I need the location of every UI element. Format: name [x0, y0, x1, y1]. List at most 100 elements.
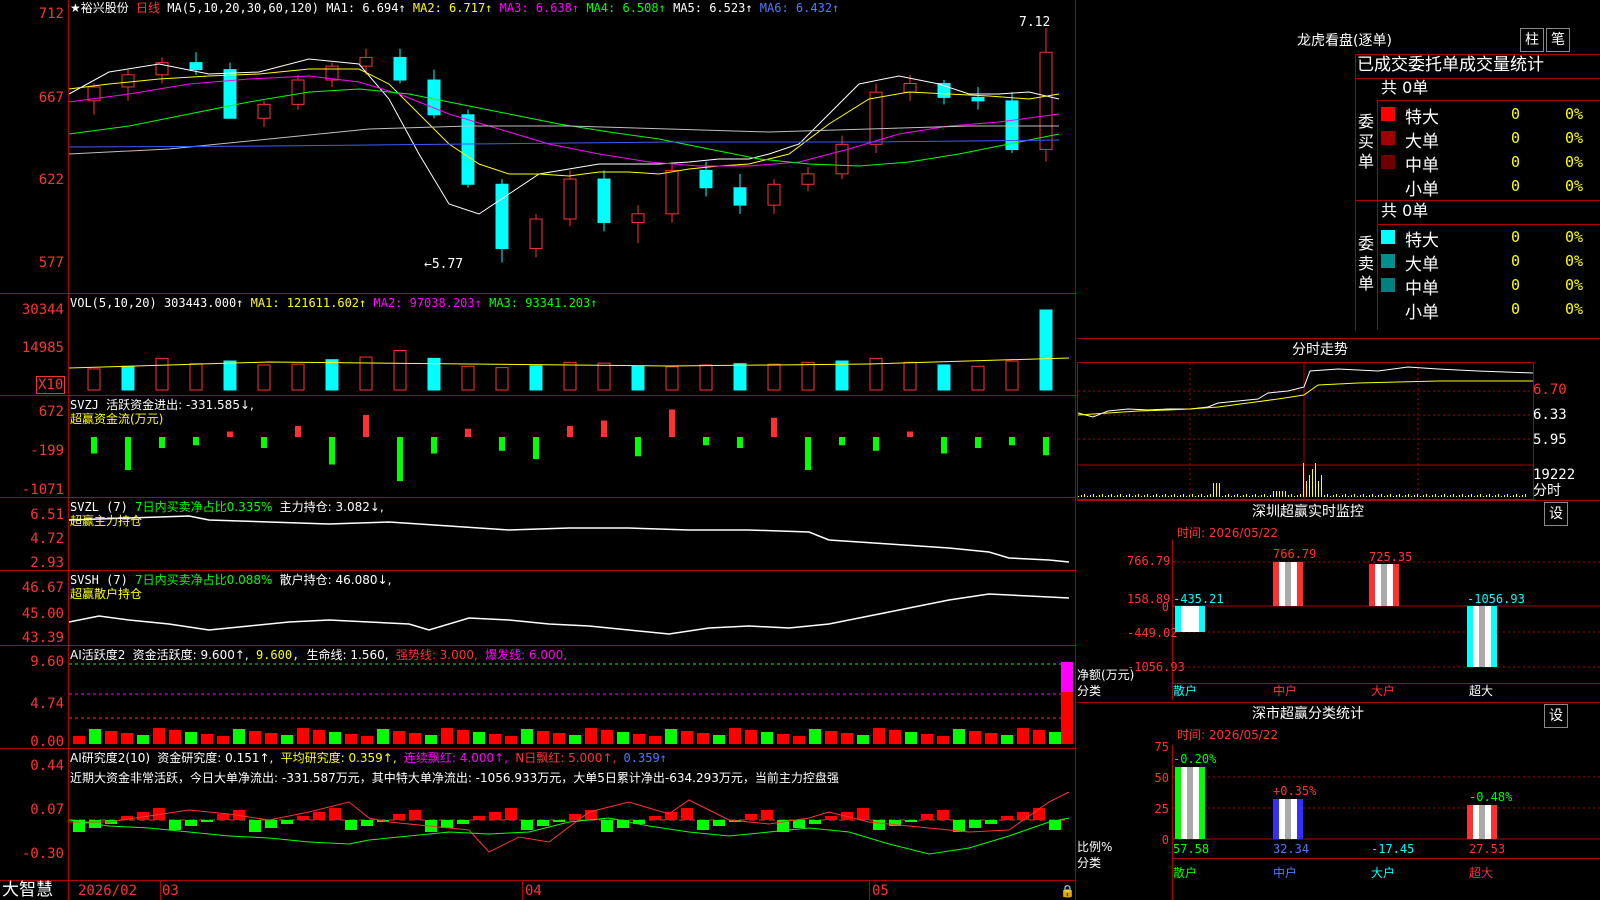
volume-bar — [699, 364, 713, 391]
ai-activity-bar — [1017, 728, 1029, 744]
ai2-nday: N日飘红: 5.000↑, — [515, 751, 617, 765]
volume-bar — [903, 361, 917, 391]
intraday-chart[interactable] — [1078, 363, 1533, 499]
szs-top-label: +0.35% — [1273, 784, 1317, 798]
volume-bar — [733, 363, 747, 391]
fundflow-bar — [363, 414, 369, 438]
intraday-volume-bar — [1123, 496, 1124, 497]
ai-activity-bar — [137, 735, 149, 744]
ai1-strongline: 强势线: 3.000, — [395, 648, 478, 662]
ai-activity-bar — [649, 736, 661, 744]
retail-holding-chart[interactable] — [69, 572, 1075, 644]
order-type: 中单 — [1405, 279, 1439, 299]
intraday-volume-bar — [1111, 494, 1112, 497]
intraday-volume-bar — [1249, 496, 1250, 497]
ai-activity-chart[interactable] — [69, 662, 1075, 746]
pane-divider-1 — [0, 293, 1076, 294]
intraday-volume-bar — [1405, 495, 1406, 497]
intraday-volume-bar — [1168, 496, 1169, 497]
pane-divider-6 — [0, 748, 1076, 749]
period-label[interactable]: 日线 — [136, 1, 160, 15]
intraday-volume-bar — [1480, 494, 1481, 497]
ai1-activity: 资金活跃度: 9.600↑, — [132, 648, 249, 662]
ai-activity-bar — [89, 729, 101, 744]
szs-tick: 25 — [1154, 802, 1169, 816]
ai1-tick: 0.00 — [30, 734, 64, 750]
intraday-volume-bar — [1369, 495, 1370, 497]
intraday-volume-bar — [1417, 494, 1418, 497]
szs-settings-button[interactable]: 设 — [1544, 704, 1568, 728]
order-row: 小单 0 0% — [1381, 175, 1596, 200]
intraday-volume-bar — [1306, 481, 1307, 497]
pane-divider-5 — [0, 645, 1076, 646]
ai-activity-bar — [201, 734, 213, 744]
main-holding-chart[interactable] — [69, 500, 1075, 570]
intraday-volume-bar — [1444, 494, 1445, 497]
ai-research-bar — [1017, 812, 1029, 820]
ai-research-bar — [713, 820, 725, 826]
intraday-volume-bar — [1492, 496, 1493, 497]
fundflow-bar — [91, 437, 97, 454]
intraday-volume-bar — [1162, 495, 1163, 497]
right-panel: 龙虎看盘(逐单) 柱 笔 已成交委托单成交量统计 委买单 委卖单 共 0单 共 … — [1077, 0, 1600, 900]
ma-blue-line — [69, 139, 1060, 148]
intraday-volume-bar — [1135, 495, 1136, 497]
intraday-volume-bar — [1402, 496, 1403, 497]
intraday-volume-bar — [1507, 494, 1508, 497]
fundflow-bar — [533, 437, 539, 460]
fundflow-bar — [635, 437, 641, 457]
bar-view-button[interactable]: 柱 — [1520, 28, 1544, 52]
intraday-volume-bar — [1513, 495, 1514, 497]
sz-side-label: 净额(万元) — [1077, 668, 1135, 682]
fundflow-chart[interactable] — [69, 400, 1075, 496]
candle-body — [597, 178, 611, 223]
xaxis-label: 03 — [162, 883, 179, 899]
intraday-volume-bar — [1516, 494, 1517, 497]
longhu-title: 龙虎看盘(逐单) — [1297, 33, 1392, 49]
fundflow-bar — [1043, 437, 1049, 456]
intraday-volume-bar — [1195, 496, 1196, 497]
ai-activity-bar — [761, 732, 773, 744]
sz-cat: 散户 — [1173, 684, 1198, 698]
ai-research-chart[interactable] — [69, 792, 1075, 878]
intraday-volume-bar — [1264, 494, 1265, 497]
order-count: 0 — [1511, 105, 1521, 123]
intraday-volume-bar — [1489, 494, 1490, 497]
sz-monitor-time: 时间: 2026/05/22 — [1177, 526, 1279, 540]
buy-orders-label: 委买单 — [1358, 112, 1375, 171]
intraday-volume-bar — [1360, 495, 1361, 497]
main-chart-area[interactable]: ★裕兴股份 日线 MA(5,10,20,30,60,120) MA1: 6.69… — [0, 0, 1076, 900]
candlestick-chart[interactable]: 7.12 ←5.77 — [69, 14, 1075, 292]
szs-chart[interactable] — [1173, 745, 1600, 841]
intraday-volume-bar — [1126, 495, 1127, 497]
ai1-header: AI活跃度2 资金活跃度: 9.600↑, 9.600, 生命线: 1.560,… — [70, 648, 567, 662]
intraday-volume-bar — [1108, 495, 1109, 497]
fundflow-bar — [329, 437, 335, 465]
order-type: 小单 — [1405, 180, 1439, 200]
intraday-volume-bar — [1387, 495, 1388, 497]
vol-tick: 14985 — [21, 340, 64, 356]
ai-research-bar — [393, 814, 405, 820]
volume-chart[interactable] — [69, 308, 1075, 394]
fundflow-bar — [1009, 437, 1015, 446]
intraday-volume-bar — [1138, 494, 1139, 497]
ma2-value: MA2: 6.717↑ — [412, 1, 493, 15]
intraday-volume-bar — [1393, 496, 1394, 497]
intraday-chart-frame[interactable] — [1077, 362, 1534, 500]
xaxis-tick — [522, 880, 523, 900]
intraday-footer: 分时 — [1533, 483, 1561, 499]
xaxis-label: 04 — [525, 883, 542, 899]
sz-monitor-settings-button[interactable]: 设 — [1544, 502, 1568, 526]
ai-research-bar — [265, 820, 277, 828]
intraday-volume-bar — [1273, 491, 1274, 497]
intraday-volume-bar — [1225, 495, 1226, 497]
order-count: 0 — [1511, 228, 1521, 246]
intraday-volume-bar — [1468, 495, 1469, 497]
intraday-volume-bar — [1318, 481, 1319, 497]
tick-view-button[interactable]: 笔 — [1546, 28, 1570, 52]
lock-icon[interactable]: 🔒 — [1060, 884, 1075, 898]
svzl-tick: 2.93 — [30, 555, 64, 571]
xaxis-label: 2026/02 — [78, 883, 138, 899]
intraday-volume-bar — [1240, 496, 1241, 497]
volume-bar — [461, 365, 475, 391]
